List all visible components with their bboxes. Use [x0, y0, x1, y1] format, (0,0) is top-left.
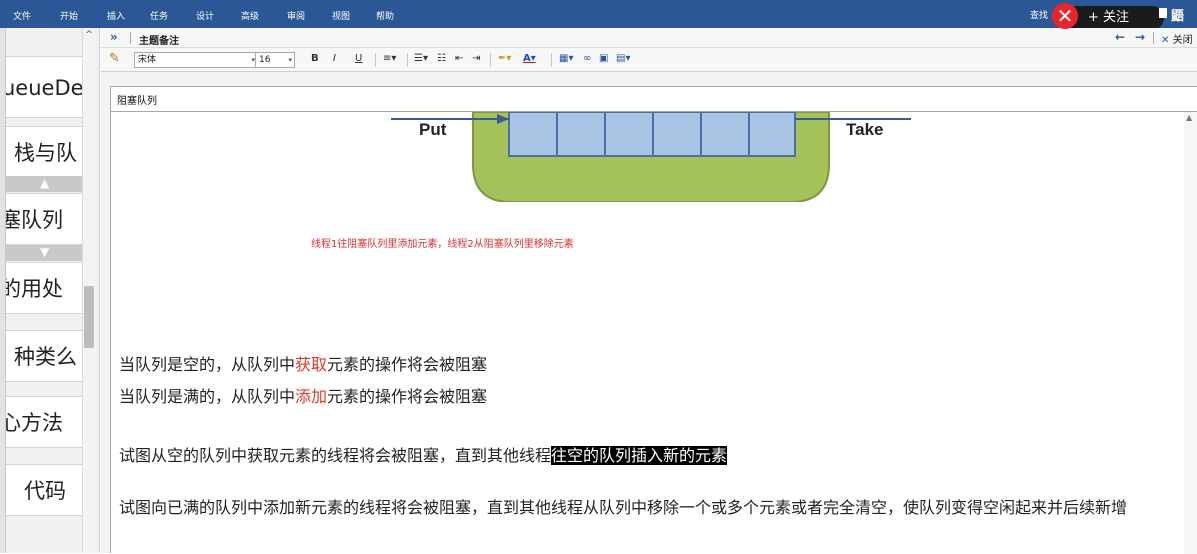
expand-panel-icon[interactable]: »	[110, 30, 118, 44]
find-button[interactable]: 查找	[1030, 8, 1048, 21]
menu-bar: 文件 开始 插入 任务 设计 高级 审阅 视图 帮助 查找 + 关注 ✕ 鼯	[0, 0, 1197, 30]
outline-node[interactable]: 的用处	[6, 262, 82, 314]
font-size-value: 16	[259, 55, 271, 65]
collapse-icon: ▼	[40, 245, 50, 259]
queue-illustration	[391, 111, 911, 203]
menu-help[interactable]: 帮助	[376, 9, 394, 22]
divider	[551, 53, 552, 67]
table-icon[interactable]: ▦▾	[559, 53, 573, 64]
divider	[130, 32, 131, 44]
link-icon[interactable]: ∞	[583, 53, 591, 64]
menu-review[interactable]: 审阅	[287, 9, 305, 22]
image-icon[interactable]: ▣	[599, 53, 608, 64]
divider	[490, 53, 491, 67]
format-toolbar: ✎ 宋体 ▾ 16 ▾ B I U ≡▾ ☰▾ ☷ ⇤ ⇥ ✒▾ A▾ ▦▾ ∞…	[101, 48, 1197, 72]
outline-panel: ueueDe 栈与队 ▲ 塞队列 ▼ 的用处 种类么 心方法 代码 ^	[0, 28, 100, 553]
close-icon: ✕	[1161, 35, 1170, 46]
numbered-list-icon[interactable]: ☰▾	[414, 53, 428, 64]
forward-arrow-icon[interactable]: →	[1135, 30, 1145, 44]
collapse-handle[interactable]: ▼	[6, 245, 82, 261]
font-select[interactable]: 宋体 ▾	[134, 52, 258, 68]
close-notes-button[interactable]: ✕ 关闭	[1161, 31, 1193, 46]
editor-page[interactable]: 阻塞队列 Put Take 线程1往阻塞队列里添加元素，线程2从阻塞队列里移除元…	[110, 86, 1197, 554]
expand-icon: ▲	[40, 176, 50, 190]
close-label: 关闭	[1172, 35, 1193, 46]
underline-button[interactable]: U	[355, 53, 362, 64]
follow-widget[interactable]: + 关注 ✕	[1048, 2, 1168, 30]
follow-button[interactable]: + 关注	[1064, 6, 1164, 30]
menu-view[interactable]: 视图	[332, 9, 350, 22]
indent-decrease-icon[interactable]: ⇤	[455, 53, 463, 64]
paragraph-take-blocking: 试图从空的队列中获取元素的线程将会被阻塞，直到其他线程往空的队列插入新的元素	[119, 446, 728, 465]
notes-title: 主题备注	[139, 36, 179, 47]
menu-design[interactable]: 设计	[196, 9, 214, 22]
outline-node-selected[interactable]: 塞队列	[6, 193, 82, 245]
outline-node[interactable]: 栈与队	[6, 126, 82, 178]
bold-button[interactable]: B	[311, 53, 319, 64]
divider	[375, 53, 376, 67]
back-arrow-icon[interactable]: ←	[1115, 30, 1125, 44]
outline-scroll-thumb[interactable]	[84, 286, 94, 348]
insert-icon[interactable]: ▤▾	[616, 53, 630, 64]
font-value: 宋体	[138, 55, 157, 65]
bullet-list-icon[interactable]: ☷	[437, 53, 446, 64]
outline-node[interactable]: 种类么	[6, 330, 82, 382]
align-icon[interactable]: ≡▾	[383, 53, 396, 64]
page-title: 阻塞队列	[117, 96, 157, 107]
outline-node[interactable]: ueueDe	[6, 56, 82, 118]
collapse-handle[interactable]: ▲	[6, 176, 82, 192]
menu-home[interactable]: 开始	[60, 9, 78, 22]
dropdown-icon[interactable]	[1159, 8, 1167, 18]
selected-text[interactable]: 往空的队列插入新的元素	[551, 446, 728, 465]
paragraph-put-blocking: 试图向已满的队列中添加新元素的线程将会被阻塞，直到其他线程从队列中移除一个或多个…	[119, 498, 1128, 517]
font-color-icon[interactable]: A▾	[523, 53, 536, 64]
diagram-caption: 线程1往阻塞队列里添加元素，线程2从阻塞队列里移除元素	[311, 239, 574, 250]
paragraph-empty-queue: 当队列是空的，从队列中获取元素的操作将会被阻塞	[119, 355, 488, 374]
scroll-up-icon[interactable]: ▲	[1186, 113, 1192, 122]
user-avatar[interactable]: 鼯	[1171, 5, 1184, 24]
format-painter-icon[interactable]: ✎	[109, 51, 120, 66]
menu-file[interactable]: 文件	[13, 9, 31, 22]
notes-editor: 阻塞队列 Put Take 线程1往阻塞队列里添加元素，线程2从阻塞队列里移除元…	[101, 72, 1197, 554]
divider	[407, 53, 408, 67]
italic-button[interactable]: I	[333, 53, 336, 64]
editor-scrollbar[interactable]: ▲	[1184, 112, 1197, 554]
indent-increase-icon[interactable]: ⇥	[472, 53, 480, 64]
menu-insert[interactable]: 插入	[107, 9, 125, 22]
divider	[1153, 32, 1154, 44]
blocking-queue-diagram: Put Take	[111, 111, 1111, 203]
highlight-color-icon[interactable]: ✒▾	[498, 53, 511, 64]
menu-task[interactable]: 任务	[150, 9, 168, 22]
scroll-up-icon[interactable]: ^	[82, 30, 96, 40]
chevron-down-icon: ▾	[288, 56, 292, 64]
menu-advanced[interactable]: 高级	[241, 9, 259, 22]
outline-node[interactable]: 代码	[6, 464, 82, 516]
close-follow-icon[interactable]: ✕	[1052, 3, 1078, 29]
notes-header: » 主题备注 ← → ✕ 关闭	[101, 28, 1197, 48]
outline-node[interactable]: 心方法	[6, 396, 82, 448]
take-label: Take	[846, 120, 884, 139]
font-size-select[interactable]: 16 ▾	[255, 52, 295, 68]
put-label: Put	[419, 120, 447, 139]
paragraph-full-queue: 当队列是满的，从队列中添加元素的操作将会被阻塞	[119, 387, 488, 406]
